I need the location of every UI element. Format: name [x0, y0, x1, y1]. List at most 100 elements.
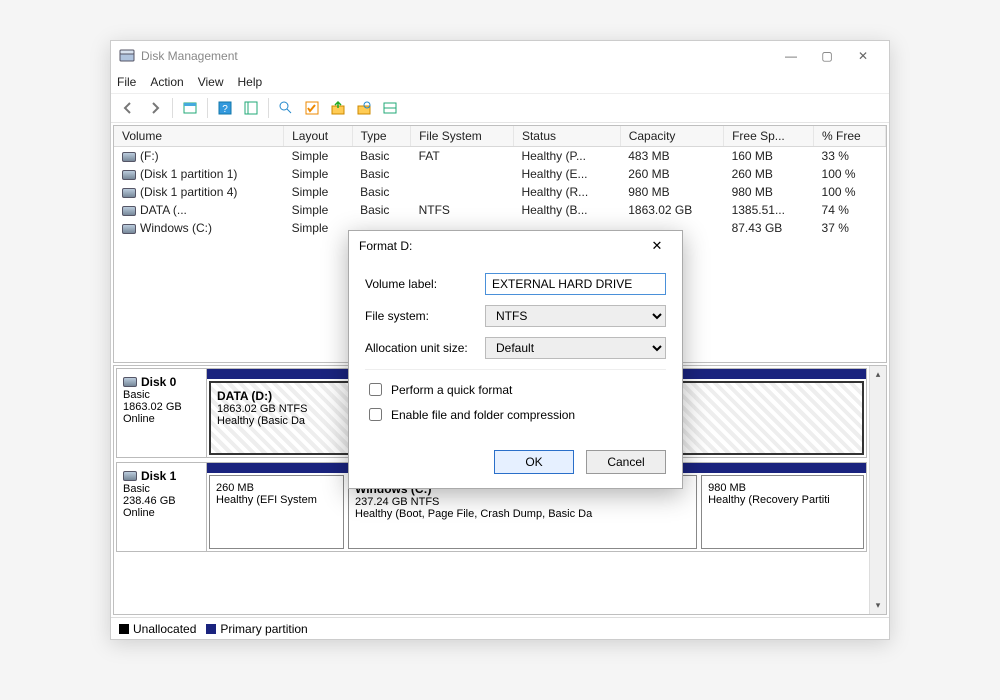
- dialog-close-button[interactable]: ✕: [642, 232, 672, 260]
- table-cell: Windows (C:): [114, 219, 284, 237]
- table-cell: Healthy (R...: [513, 183, 620, 201]
- volume-icon: [122, 224, 136, 234]
- table-cell: 87.43 GB: [724, 219, 814, 237]
- dialog-titlebar: Format D: ✕: [349, 231, 682, 261]
- disk-status: Online: [123, 507, 200, 519]
- allocation-unit-select[interactable]: Default: [485, 337, 666, 359]
- compression-row[interactable]: Enable file and folder compression: [365, 405, 666, 424]
- scroll-up-icon[interactable]: ▴: [870, 366, 887, 383]
- format-dialog: Format D: ✕ Volume label: File system: N…: [348, 230, 683, 489]
- column-header[interactable]: Volume: [114, 126, 284, 147]
- forward-button[interactable]: [143, 96, 167, 120]
- table-cell: 74 %: [814, 201, 886, 219]
- column-header[interactable]: Type: [352, 126, 411, 147]
- partition-size: 980 MB: [708, 482, 857, 494]
- menu-view[interactable]: View: [198, 75, 224, 89]
- disk-header: Disk 0 Basic 1863.02 GB Online: [117, 369, 207, 457]
- legend-primary-label: Primary partition: [220, 622, 307, 636]
- disk-type: Basic: [123, 483, 200, 495]
- table-cell: Basic: [352, 147, 411, 166]
- partition-status: Healthy (Recovery Partiti: [708, 494, 857, 506]
- disk-type: Basic: [123, 389, 200, 401]
- table-cell: 483 MB: [620, 147, 723, 166]
- menu-help[interactable]: Help: [238, 75, 263, 89]
- column-header[interactable]: % Free: [814, 126, 886, 147]
- legend-unallocated-label: Unallocated: [133, 622, 196, 636]
- table-row[interactable]: (Disk 1 partition 4)SimpleBasicHealthy (…: [114, 183, 886, 201]
- file-system-label: File system:: [365, 309, 485, 323]
- cancel-button[interactable]: Cancel: [586, 450, 666, 474]
- titlebar: Disk Management — ▢ ✕: [111, 41, 889, 71]
- vertical-scrollbar[interactable]: ▴ ▾: [869, 366, 886, 614]
- menu-file[interactable]: File: [117, 75, 136, 89]
- table-cell: Healthy (E...: [513, 165, 620, 183]
- table-row[interactable]: (Disk 1 partition 1)SimpleBasicHealthy (…: [114, 165, 886, 183]
- table-cell: 260 MB: [620, 165, 723, 183]
- table-cell: 33 %: [814, 147, 886, 166]
- volume-icon: [122, 152, 136, 162]
- volume-label-input[interactable]: [485, 273, 666, 295]
- volume-icon: [122, 188, 136, 198]
- table-cell: 1385.51...: [724, 201, 814, 219]
- volume-table[interactable]: VolumeLayoutTypeFile SystemStatusCapacit…: [114, 126, 886, 237]
- disk-header: Disk 1 Basic 238.46 GB Online: [117, 463, 207, 551]
- table-cell: Basic: [352, 201, 411, 219]
- toolbar-btn-8[interactable]: [378, 96, 402, 120]
- compression-checkbox[interactable]: [369, 408, 382, 421]
- disk-title: Disk 0: [141, 375, 176, 389]
- table-cell: Basic: [352, 183, 411, 201]
- partition-size: 237.24 GB NTFS: [355, 496, 690, 508]
- column-header[interactable]: Capacity: [620, 126, 723, 147]
- column-header[interactable]: Layout: [284, 126, 352, 147]
- disk-title: Disk 1: [141, 469, 176, 483]
- table-cell: (F:): [114, 147, 284, 166]
- partition-size: 260 MB: [216, 482, 337, 494]
- table-row[interactable]: (F:)SimpleBasicFATHealthy (P...483 MB160…: [114, 147, 886, 166]
- disk-status: Online: [123, 413, 200, 425]
- column-header[interactable]: Status: [513, 126, 620, 147]
- ok-button[interactable]: OK: [494, 450, 574, 474]
- maximize-button[interactable]: ▢: [809, 42, 845, 70]
- partition-status: Healthy (Boot, Page File, Crash Dump, Ba…: [355, 508, 690, 520]
- file-system-select[interactable]: NTFS: [485, 305, 666, 327]
- table-cell: Simple: [284, 165, 352, 183]
- minimize-button[interactable]: —: [773, 42, 809, 70]
- table-cell: 980 MB: [620, 183, 723, 201]
- table-cell: 100 %: [814, 165, 886, 183]
- table-cell: [411, 165, 514, 183]
- toolbar: ?: [111, 93, 889, 123]
- toolbar-btn-5[interactable]: [300, 96, 324, 120]
- quick-format-row[interactable]: Perform a quick format: [365, 380, 666, 399]
- column-header[interactable]: Free Sp...: [724, 126, 814, 147]
- close-button[interactable]: ✕: [845, 42, 881, 70]
- scroll-down-icon[interactable]: ▾: [870, 597, 887, 614]
- table-cell: (Disk 1 partition 1): [114, 165, 284, 183]
- column-header[interactable]: File System: [411, 126, 514, 147]
- toolbar-btn-7[interactable]: [352, 96, 376, 120]
- table-cell: 37 %: [814, 219, 886, 237]
- app-icon: [119, 48, 135, 64]
- table-cell: 260 MB: [724, 165, 814, 183]
- legend: Unallocated Primary partition: [111, 617, 889, 639]
- table-cell: NTFS: [411, 201, 514, 219]
- table-cell: Healthy (B...: [513, 201, 620, 219]
- partition[interactable]: 980 MB Healthy (Recovery Partiti: [701, 475, 864, 549]
- svg-text:?: ?: [222, 104, 228, 115]
- back-button[interactable]: [117, 96, 141, 120]
- toolbar-btn-4[interactable]: [274, 96, 298, 120]
- help-button[interactable]: ?: [213, 96, 237, 120]
- table-row[interactable]: DATA (...SimpleBasicNTFSHealthy (B...186…: [114, 201, 886, 219]
- quick-format-checkbox[interactable]: [369, 383, 382, 396]
- allocation-unit-label: Allocation unit size:: [365, 341, 485, 355]
- legend-unallocated-swatch: [119, 624, 129, 634]
- menubar: File Action View Help: [111, 71, 889, 93]
- toolbar-btn-1[interactable]: [178, 96, 202, 120]
- legend-primary-swatch: [206, 624, 216, 634]
- partition[interactable]: 260 MB Healthy (EFI System: [209, 475, 344, 549]
- table-cell: Simple: [284, 147, 352, 166]
- toolbar-btn-3[interactable]: [239, 96, 263, 120]
- volume-icon: [122, 170, 136, 180]
- toolbar-btn-6[interactable]: [326, 96, 350, 120]
- menu-action[interactable]: Action: [150, 75, 183, 89]
- quick-format-label: Perform a quick format: [391, 383, 512, 397]
